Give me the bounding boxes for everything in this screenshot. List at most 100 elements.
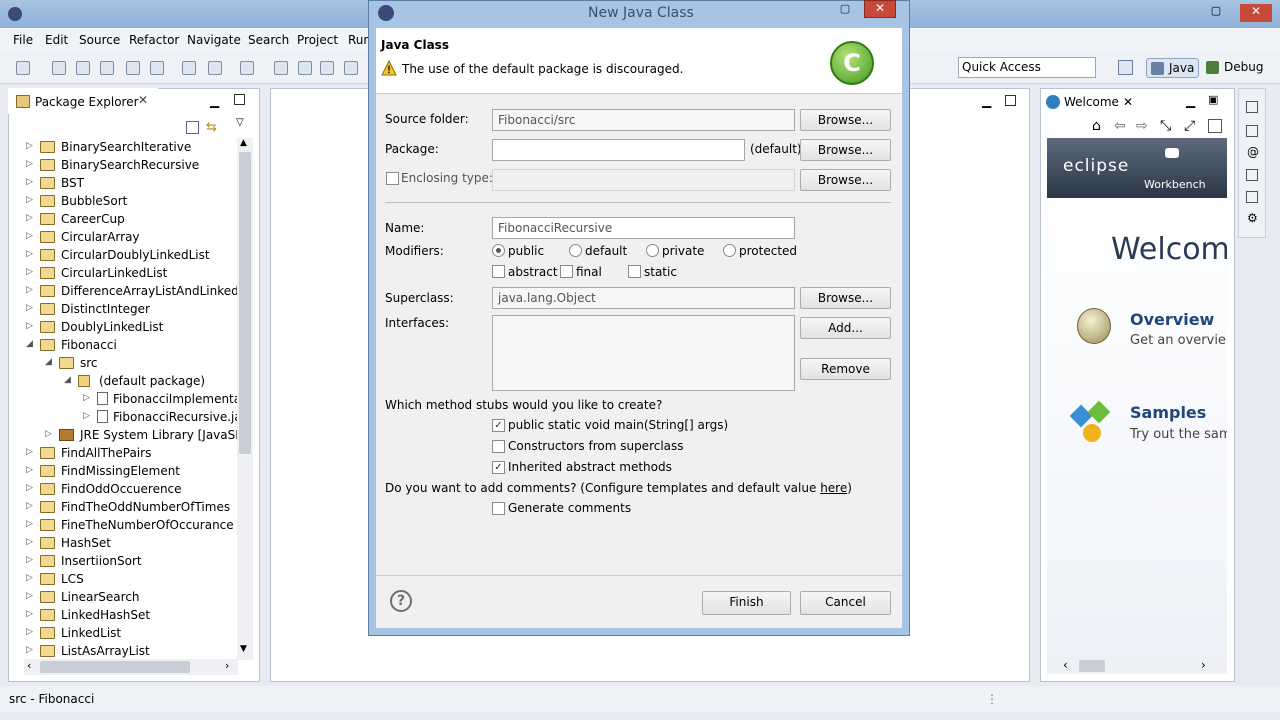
modifier-private-radio[interactable]: [646, 244, 659, 257]
collapsed-arrow-icon[interactable]: ▷: [26, 573, 33, 583]
stub-main-checkbox[interactable]: ✓: [492, 419, 505, 432]
suspend-icon[interactable]: [298, 61, 312, 75]
tree-item[interactable]: ▷ CircularArray: [26, 228, 237, 246]
interfaces-list[interactable]: [492, 315, 795, 391]
package-explorer-tab[interactable]: Package Explorer ✕: [8, 88, 158, 114]
tree-item[interactable]: ▷ DistinctInteger: [26, 300, 237, 318]
trim-hierarchy-icon[interactable]: [1246, 125, 1258, 137]
tree-item[interactable]: ▷ FibonacciImplementai: [83, 390, 237, 408]
welcome-restore-button[interactable]: ▣: [1208, 93, 1218, 106]
save-all-icon[interactable]: [76, 61, 90, 75]
window-close-button[interactable]: ✕: [1240, 4, 1272, 22]
home-icon[interactable]: ⌂: [1092, 118, 1101, 134]
samples-link[interactable]: Samples: [1130, 403, 1206, 422]
welcome-minimize-button[interactable]: ▁: [1186, 94, 1195, 108]
shrink-icon[interactable]: ⤡: [1160, 118, 1171, 134]
collapsed-arrow-icon[interactable]: ▷: [26, 465, 33, 475]
menu-source[interactable]: Source: [79, 33, 120, 47]
welcome-horizontal-scrollbar[interactable]: ‹ ›: [1047, 658, 1227, 674]
collapsed-arrow-icon[interactable]: ▷: [26, 501, 33, 511]
collapsed-arrow-icon[interactable]: ▷: [26, 519, 33, 529]
remove-interface-button[interactable]: Remove: [800, 358, 891, 380]
collapsed-arrow-icon[interactable]: ▷: [83, 393, 90, 403]
collapsed-arrow-icon[interactable]: ▷: [26, 645, 33, 655]
source-folder-field[interactable]: Fibonacci/src: [492, 109, 795, 131]
tree-item[interactable]: ▷ BubbleSort: [26, 192, 237, 210]
tree-item[interactable]: ◢ src: [45, 354, 237, 372]
modifier-protected-radio[interactable]: [723, 244, 736, 257]
perspective-debug-button[interactable]: Debug: [1202, 58, 1267, 78]
tree-horizontal-scroll-thumb[interactable]: [40, 661, 190, 673]
collapsed-arrow-icon[interactable]: ▷: [26, 159, 33, 169]
tree-item[interactable]: ▷ FindTheOddNumberOfTimes: [26, 498, 237, 516]
minimize-view-button[interactable]: ▁: [210, 94, 219, 108]
expanded-arrow-icon[interactable]: ◢: [45, 357, 52, 367]
tree-vertical-scroll-thumb[interactable]: [239, 152, 251, 454]
tree-item[interactable]: ▷ BinarySearchIterative: [26, 138, 237, 156]
tree-item[interactable]: ▷ DifferenceArrayListAndLinkedList: [26, 282, 237, 300]
menu-refactor[interactable]: Refactor: [129, 33, 179, 47]
tree-item[interactable]: ▷ LCS: [26, 570, 237, 588]
collapsed-arrow-icon[interactable]: ▷: [26, 447, 33, 457]
expanded-arrow-icon[interactable]: ◢: [64, 375, 71, 385]
collapsed-arrow-icon[interactable]: ▷: [26, 627, 33, 637]
menu-project[interactable]: Project: [297, 33, 338, 47]
collapsed-arrow-icon[interactable]: ▷: [26, 285, 33, 295]
generate-comments-checkbox[interactable]: [492, 502, 505, 515]
package-field[interactable]: [492, 139, 745, 161]
step-icon[interactable]: [240, 61, 254, 75]
modifier-public-radio[interactable]: [492, 244, 505, 257]
tree-item[interactable]: ▷ CareerCup: [26, 210, 237, 228]
welcome-close-icon[interactable]: ✕: [1123, 95, 1133, 109]
menu-navigate[interactable]: Navigate: [187, 33, 241, 47]
stub-inherited-checkbox[interactable]: ✓: [492, 461, 505, 474]
tree-item[interactable]: ▷ CircularLinkedList: [26, 264, 237, 282]
tree-item[interactable]: ▷ ListAsArrayList: [26, 642, 237, 660]
trim-javadoc-icon[interactable]: @: [1247, 145, 1259, 159]
collapsed-arrow-icon[interactable]: ▷: [26, 321, 33, 331]
editor-minimize-button[interactable]: ▁: [982, 94, 991, 108]
perspective-java-button[interactable]: Java: [1146, 58, 1200, 78]
close-icon[interactable]: ✕: [138, 93, 148, 107]
class-name-field[interactable]: FibonacciRecursive: [492, 217, 795, 239]
format-icon[interactable]: [150, 61, 164, 75]
package-browse-button[interactable]: Browse...: [800, 139, 891, 161]
link-with-editor-icon[interactable]: ⇆: [206, 120, 217, 135]
tree-item[interactable]: ▷ BinarySearchRecursive: [26, 156, 237, 174]
tree-item[interactable]: ◢ Fibonacci: [26, 336, 237, 354]
collapsed-arrow-icon[interactable]: ▷: [26, 303, 33, 313]
cancel-button[interactable]: Cancel: [800, 591, 891, 615]
trim-console-icon[interactable]: [1246, 191, 1258, 203]
editor-maximize-button[interactable]: [1005, 95, 1016, 106]
trim-declaration-icon[interactable]: [1246, 169, 1258, 181]
enclosing-type-browse-button[interactable]: Browse...: [800, 169, 891, 191]
tree-item[interactable]: ◢ (default package): [64, 372, 237, 390]
modifier-default-radio[interactable]: [569, 244, 582, 257]
tree-item[interactable]: ▷ HashSet: [26, 534, 237, 552]
welcome-scroll-left-icon[interactable]: ‹: [1063, 658, 1068, 672]
expanded-arrow-icon[interactable]: ◢: [26, 339, 33, 349]
collapsed-arrow-icon[interactable]: ▷: [26, 141, 33, 151]
welcome-scroll-thumb[interactable]: [1079, 660, 1105, 672]
collapsed-arrow-icon[interactable]: ▷: [26, 267, 33, 277]
add-interface-button[interactable]: Add...: [800, 317, 891, 339]
open-perspective-icon[interactable]: [1118, 60, 1133, 75]
collapsed-arrow-icon[interactable]: ▷: [26, 213, 33, 223]
disconnect-icon[interactable]: [344, 61, 358, 75]
collapsed-arrow-icon[interactable]: ▷: [26, 177, 33, 187]
enclosing-type-checkbox[interactable]: [386, 172, 399, 185]
scroll-down-arrow-icon[interactable]: ▼: [240, 644, 247, 654]
finish-button[interactable]: Finish: [702, 591, 791, 615]
collapsed-arrow-icon[interactable]: ▷: [26, 555, 33, 565]
resume-icon[interactable]: [274, 61, 288, 75]
tree-item[interactable]: ▷ BST: [26, 174, 237, 192]
customize-page-icon[interactable]: [1208, 119, 1222, 133]
forward-arrow-icon[interactable]: ⇨: [1136, 118, 1148, 134]
tree-item[interactable]: ▷ FibonacciRecursive.jav: [83, 408, 237, 426]
modifier-abstract-checkbox[interactable]: [492, 265, 505, 278]
dialog-maximize-button[interactable]: ▢: [836, 2, 854, 16]
overview-link[interactable]: Overview: [1130, 310, 1214, 329]
collapsed-arrow-icon[interactable]: ▷: [83, 411, 90, 421]
collapsed-arrow-icon[interactable]: ▷: [45, 429, 52, 439]
magnify-icon[interactable]: ⤢: [1184, 118, 1195, 134]
